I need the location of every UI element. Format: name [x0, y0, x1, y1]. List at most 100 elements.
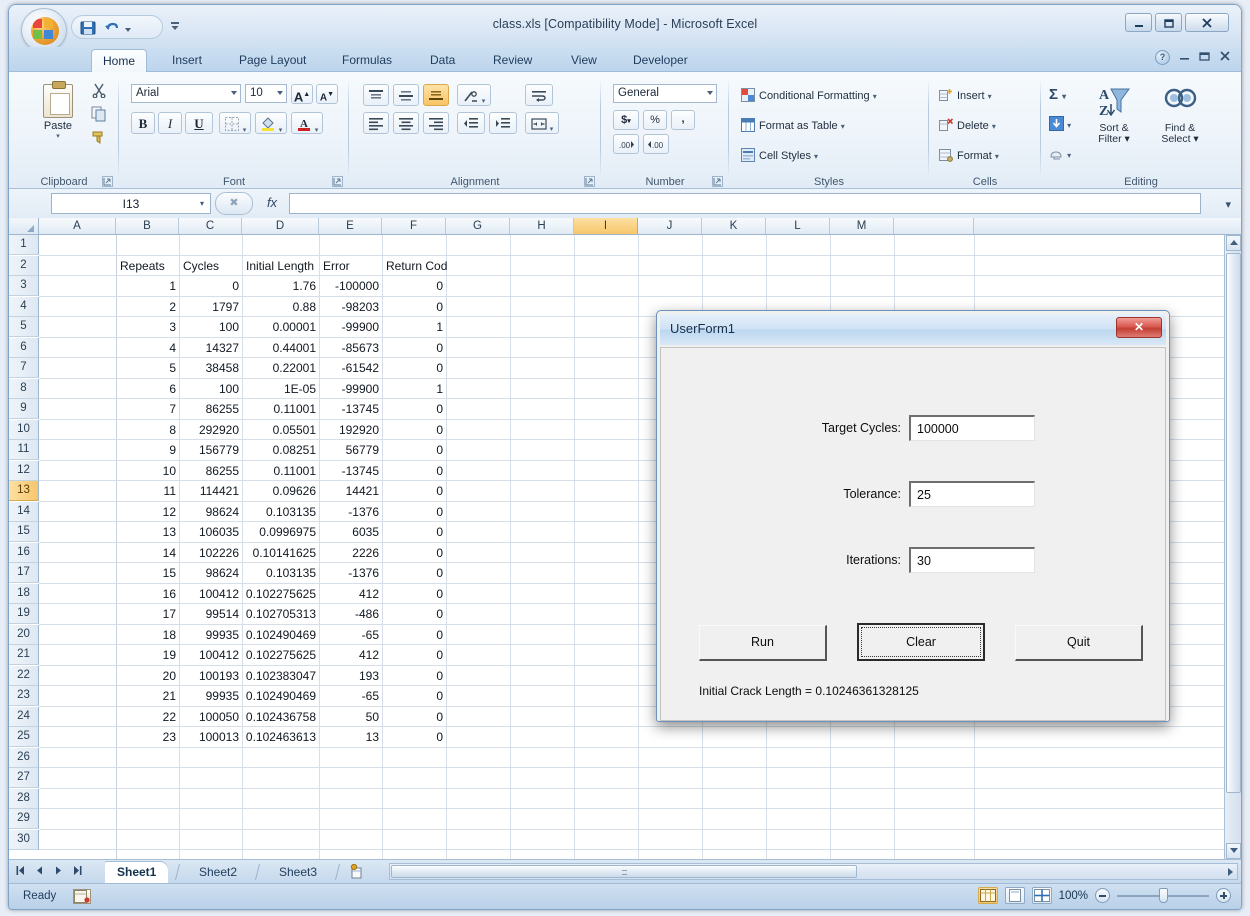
cell-F16[interactable]: 0 — [382, 544, 446, 563]
horizontal-scroll-thumb[interactable] — [391, 865, 857, 878]
cell-D17[interactable]: 0.103135 — [242, 564, 319, 583]
cell-E10[interactable]: 192920 — [319, 421, 382, 440]
cell-E17[interactable]: -1376 — [319, 564, 382, 583]
cell-E7[interactable]: -61542 — [319, 359, 382, 378]
expand-formula-bar-icon[interactable]: ▾ — [1225, 198, 1231, 211]
formula-input[interactable] — [289, 193, 1201, 214]
zoom-in-button[interactable] — [1216, 888, 1231, 903]
row-header-12[interactable]: 12 — [9, 461, 39, 481]
cell-C11[interactable]: 156779 — [179, 441, 242, 460]
align-right-button[interactable] — [423, 112, 449, 134]
minimize-button[interactable] — [1125, 13, 1152, 32]
scroll-down-button[interactable] — [1226, 843, 1241, 859]
cell-D7[interactable]: 0.22001 — [242, 359, 319, 378]
cell-E4[interactable]: -98203 — [319, 298, 382, 317]
cell-B10[interactable]: 8 — [116, 421, 179, 440]
cell-F3[interactable]: 0 — [382, 277, 446, 296]
column-header-D[interactable]: D — [242, 218, 319, 234]
cell-B5[interactable]: 3 — [116, 318, 179, 337]
increase-decimal-icon[interactable]: .00 — [613, 134, 639, 154]
next-sheet-button[interactable] — [53, 865, 64, 879]
column-header-I[interactable]: I — [574, 218, 638, 234]
new-sheet-icon[interactable] — [349, 864, 365, 880]
cell-C5[interactable]: 100 — [179, 318, 242, 337]
cell-B15[interactable]: 13 — [116, 523, 179, 542]
cell-C21[interactable]: 100412 — [179, 646, 242, 665]
cell-E19[interactable]: -486 — [319, 605, 382, 624]
cell-C18[interactable]: 100412 — [179, 585, 242, 604]
row-header-20[interactable]: 20 — [9, 625, 39, 645]
scroll-right-button[interactable] — [1226, 867, 1235, 879]
tolerance-input[interactable]: 25 — [909, 481, 1035, 507]
fill-button[interactable]: ▾ — [1049, 116, 1071, 131]
column-header-H[interactable]: H — [510, 218, 574, 234]
cell-C15[interactable]: 106035 — [179, 523, 242, 542]
cell-D25[interactable]: 0.102463613 — [242, 728, 319, 747]
row-header-11[interactable]: 11 — [9, 440, 39, 460]
vertical-scroll-thumb[interactable] — [1226, 253, 1241, 793]
minimize-ribbon-icon[interactable] — [1179, 51, 1190, 65]
cell-D14[interactable]: 0.103135 — [242, 503, 319, 522]
column-header-J[interactable]: J — [638, 218, 702, 234]
grow-font-button[interactable]: A▲ — [291, 84, 313, 104]
tab-data[interactable]: Data — [419, 49, 466, 72]
row-header-22[interactable]: 22 — [9, 666, 39, 686]
cell-C14[interactable]: 98624 — [179, 503, 242, 522]
cell-D4[interactable]: 0.88 — [242, 298, 319, 317]
tab-formulas[interactable]: Formulas — [331, 49, 403, 72]
alignment-dialog-launcher[interactable] — [584, 176, 595, 187]
first-sheet-button[interactable] — [15, 865, 26, 879]
cell-D19[interactable]: 0.102705313 — [242, 605, 319, 624]
row-header-3[interactable]: 3 — [9, 276, 39, 296]
restore-button[interactable] — [1155, 13, 1182, 32]
name-box-dropdown-icon[interactable]: ▾ — [200, 194, 204, 214]
cell-F15[interactable]: 0 — [382, 523, 446, 542]
cell-D16[interactable]: 0.10141625 — [242, 544, 319, 563]
name-box[interactable]: I13 ▾ — [51, 193, 211, 214]
cell-E18[interactable]: 412 — [319, 585, 382, 604]
tab-view[interactable]: View — [560, 49, 608, 72]
format-cells-button[interactable]: Format ▾ — [939, 148, 999, 165]
shrink-font-button[interactable]: A▼ — [316, 84, 338, 104]
row-header-2[interactable]: 2 — [9, 256, 39, 276]
row-header-21[interactable]: 21 — [9, 645, 39, 665]
sheet-tab-sheet3[interactable]: Sheet3 — [267, 862, 329, 883]
conditional-formatting-button[interactable]: Conditional Formatting ▾ — [741, 88, 877, 105]
cell-D8[interactable]: 1E-05 — [242, 380, 319, 399]
cell-D12[interactable]: 0.11001 — [242, 462, 319, 481]
cell-B16[interactable]: 14 — [116, 544, 179, 563]
cell-D11[interactable]: 0.08251 — [242, 441, 319, 460]
cell-F22[interactable]: 0 — [382, 667, 446, 686]
help-icon[interactable]: ? — [1155, 50, 1170, 65]
cell-F6[interactable]: 0 — [382, 339, 446, 358]
cell-E21[interactable]: 412 — [319, 646, 382, 665]
cell-B8[interactable]: 6 — [116, 380, 179, 399]
column-header-L[interactable]: L — [766, 218, 830, 234]
cell-B21[interactable]: 19 — [116, 646, 179, 665]
row-header-24[interactable]: 24 — [9, 707, 39, 727]
cell-F23[interactable]: 0 — [382, 687, 446, 706]
tab-page-layout[interactable]: Page Layout — [228, 49, 317, 72]
cell-B13[interactable]: 11 — [116, 482, 179, 501]
comma-button[interactable]: , — [671, 110, 695, 130]
row-header-9[interactable]: 9 — [9, 399, 39, 419]
font-name-combo[interactable]: Arial — [131, 84, 241, 103]
cell-E11[interactable]: 56779 — [319, 441, 382, 460]
copy-icon[interactable] — [91, 106, 107, 125]
cell-D24[interactable]: 0.102436758 — [242, 708, 319, 727]
restore-window-icon[interactable] — [1199, 51, 1210, 65]
cell-C19[interactable]: 99514 — [179, 605, 242, 624]
cell-B14[interactable]: 12 — [116, 503, 179, 522]
cell-C2[interactable]: Cycles — [180, 257, 243, 276]
font-color-button[interactable]: A ▾ — [291, 112, 323, 134]
row-header-4[interactable]: 4 — [9, 297, 39, 317]
top-align-button[interactable] — [363, 84, 389, 106]
fill-color-button[interactable]: ▾ — [255, 112, 287, 134]
bottom-align-button[interactable] — [423, 84, 449, 106]
cell-F14[interactable]: 0 — [382, 503, 446, 522]
last-sheet-button[interactable] — [72, 865, 83, 879]
cell-B6[interactable]: 4 — [116, 339, 179, 358]
cell-D3[interactable]: 1.76 — [242, 277, 319, 296]
column-header-F[interactable]: F — [382, 218, 446, 234]
formula-bar-buttons[interactable]: ✖ — [215, 192, 253, 215]
